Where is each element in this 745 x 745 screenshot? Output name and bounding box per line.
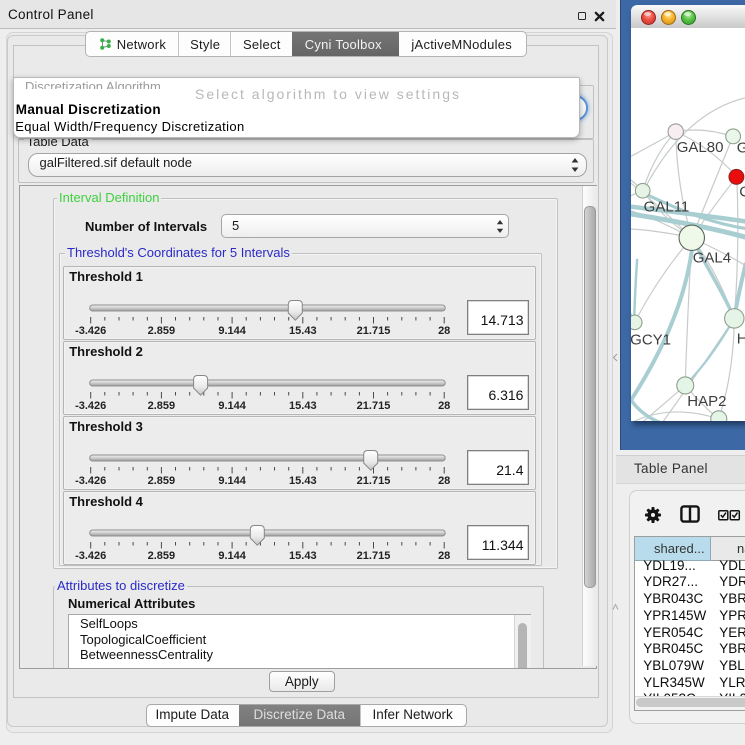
svg-text:GAL11: GAL11 [643,199,689,216]
svg-text:GAL4: GAL4 [692,249,730,266]
svg-text:-3.426: -3.426 [75,400,106,412]
svg-text:15.43: 15.43 [289,475,317,487]
svg-text:9.144: 9.144 [218,400,246,412]
svg-text:9.144: 9.144 [218,325,246,337]
svg-text:15.43: 15.43 [289,400,317,412]
svg-text:-3.426: -3.426 [75,325,106,337]
svg-text:2.859: 2.859 [147,550,175,562]
svg-text:2.859: 2.859 [147,325,175,337]
svg-text:2.859: 2.859 [147,400,175,412]
svg-text:21.715: 21.715 [356,325,390,337]
svg-text:28: 28 [438,400,450,412]
svg-text:15.43: 15.43 [289,325,317,337]
svg-text:28: 28 [438,550,450,562]
svg-text:GCY1: GCY1 [631,331,671,348]
svg-text:GA: GA [736,140,745,157]
svg-text:9.144: 9.144 [218,550,246,562]
svg-text:9.144: 9.144 [218,475,246,487]
svg-text:21.715: 21.715 [356,475,390,487]
svg-text:28: 28 [438,475,450,487]
svg-text:21.715: 21.715 [356,550,390,562]
svg-text:H: H [736,330,745,347]
svg-text:C: C [739,184,745,201]
svg-text:-3.426: -3.426 [75,475,106,487]
svg-text:2.859: 2.859 [147,475,175,487]
svg-text:21.715: 21.715 [356,400,390,412]
svg-text:GAL80: GAL80 [676,139,723,156]
svg-text:-3.426: -3.426 [75,550,106,562]
svg-text:28: 28 [438,325,450,337]
svg-text:15.43: 15.43 [289,550,317,562]
svg-text:HAP2: HAP2 [687,393,726,410]
